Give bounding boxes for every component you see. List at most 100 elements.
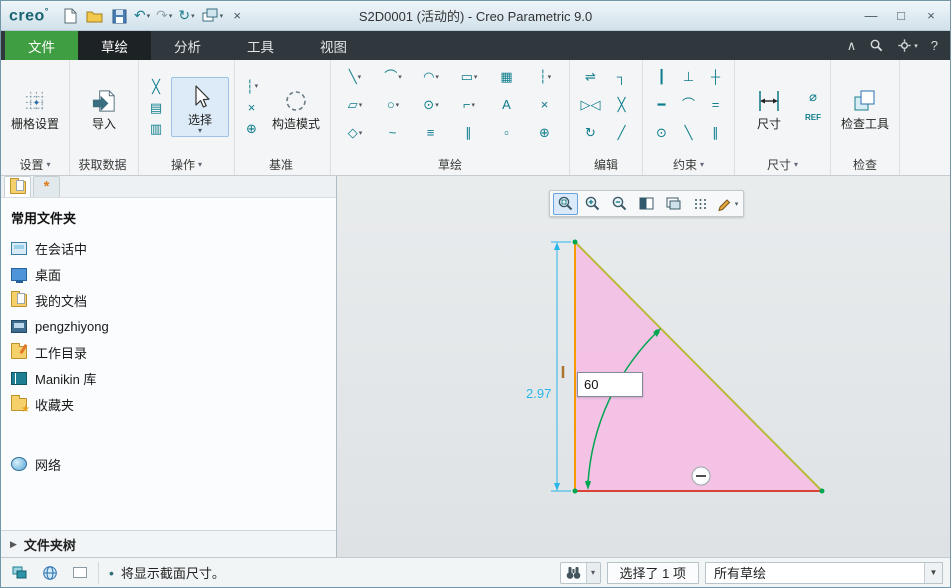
centerline-button[interactable]: ┆ ▾ [240,77,264,96]
nav-item-user[interactable]: pengzhiyong [1,313,336,339]
tab-file[interactable]: 文件 [5,31,78,60]
combo-arrow-icon[interactable]: ▼ [924,562,942,583]
panel-toggle-button[interactable] [68,562,92,584]
cut-button[interactable]: ╳ [144,77,168,96]
filter-combobox[interactable]: 所有草绘 ▼ [705,561,943,584]
coordinate-tool[interactable]: ⊕ [526,121,564,144]
symmetric-constraint[interactable]: ╲ [675,121,702,144]
nav-item-workdir[interactable]: 工作目录 [1,339,336,365]
close-button[interactable]: × [918,6,944,26]
divide-tool[interactable]: ╱ [606,121,637,144]
windows-button[interactable]: ▾ [199,5,226,27]
rotate-resize-tool[interactable]: ↻ [575,121,606,144]
fillet-tool[interactable]: ⌐ ▾ [450,93,488,116]
sketch-display-button[interactable]: ▾ [715,193,740,215]
search-button[interactable] [869,38,884,53]
coincident-constraint[interactable]: ⊙ [648,121,675,144]
nav-item-network[interactable]: 网络 [1,451,336,477]
group-label-inspect[interactable]: 检查 [831,154,899,175]
zoom-in-button[interactable] [580,193,605,215]
circle-tool[interactable]: ○ ▾ [374,93,412,116]
vertex-bottom-right[interactable] [819,488,825,494]
construction-mode-button[interactable]: 构造模式 [267,81,325,133]
dimension-button[interactable]: 尺寸 [740,81,798,133]
zoom-out-button[interactable] [607,193,632,215]
tangent-constraint[interactable]: ⌒ [675,93,702,116]
horizontal-constraint[interactable]: ━ [648,93,675,116]
angle-dimension-input[interactable] [577,372,643,397]
spline-tool[interactable]: ~ [374,121,412,144]
parallel-constraint[interactable]: ∥ [702,121,729,144]
nav-item-desktop[interactable]: 桌面 [1,261,336,287]
text-tool[interactable]: A [488,93,526,116]
offset-tool[interactable]: ≡ [412,121,450,144]
group-label-edit[interactable]: 编辑 [570,154,642,175]
arc-tool[interactable]: ⌒ ▾ [374,65,412,88]
line-tool[interactable]: ╲ ▾ [336,65,374,88]
datum-display-button[interactable] [688,193,713,215]
height-dimension-value[interactable]: 2.97 [526,386,551,401]
browser-toggle-button[interactable] [38,562,62,584]
group-label-get-data[interactable]: 获取数据 [70,154,138,175]
midpoint-constraint[interactable]: ┼ [702,65,729,88]
rhombus-tool[interactable]: ◇ ▾ [336,121,374,144]
perimeter-dimension-button[interactable]: ⌀ [801,87,825,106]
new-file-button[interactable] [59,5,81,27]
point-button[interactable]: × [240,98,264,117]
vertex-top[interactable] [572,239,578,245]
vertical-constraint[interactable]: ┃ [648,65,675,88]
close-window-button[interactable]: × [227,5,247,27]
parallel-tool[interactable]: ∥ [450,121,488,144]
saved-views-button[interactable] [661,193,686,215]
group-label-datum[interactable]: 基准 [235,154,330,175]
slanted-rectangle-tool[interactable]: ▱ ▾ [336,93,374,116]
modify-tool[interactable]: ⇌ [575,65,606,88]
folder-tree-bar[interactable]: ▶ 文件夹树 [1,530,336,557]
minus-handle[interactable] [691,466,711,486]
open-button[interactable] [83,5,106,27]
delete-segment-tool[interactable]: ╳ [606,93,637,116]
maximize-button[interactable]: □ [888,6,914,26]
project-tool[interactable]: ▫ [488,121,526,144]
nav-item-manikin[interactable]: Manikin 库 [1,365,336,391]
tab-tools[interactable]: 工具 [224,31,297,60]
nav-item-documents[interactable]: 我的文档 [1,287,336,313]
regenerate-button[interactable]: ↻ ▾ [176,5,196,27]
undo-button[interactable]: ↶ ▾ [132,5,152,27]
nav-item-favorites[interactable]: 收藏夹 [1,391,336,417]
redo-button[interactable]: ↷ ▾ [154,5,174,27]
tab-analysis[interactable]: 分析 [151,31,224,60]
centerline-tool[interactable]: ┆ ▾ [526,65,564,88]
copy-button[interactable]: ▤ [144,98,168,117]
nav-item-in-session[interactable]: 在会话中 [1,235,336,261]
options-button[interactable]: ▾ [897,38,918,53]
refit-button[interactable] [553,192,578,215]
group-label-operations[interactable]: 操作 ▾ [139,154,234,175]
concentric-circle-tool[interactable]: ⊙ ▾ [412,93,450,116]
height-dimension[interactable] [551,241,571,492]
save-button[interactable] [108,5,130,27]
display-style-button[interactable] [634,193,659,215]
rectangle-tool[interactable]: ▭ ▾ [450,65,488,88]
favorites-tab[interactable]: * [33,176,60,197]
vertex-bottom-left[interactable] [572,488,578,494]
baseline-dimension-button[interactable]: REF [801,108,825,127]
paste-button[interactable]: ▥ [144,119,168,138]
group-label-sketch[interactable]: 草绘 [331,154,569,175]
help-button[interactable]: ? [931,38,938,53]
csys-button[interactable]: ⊕ [240,119,264,138]
navigator-toggle-button[interactable] [8,562,32,584]
group-label-constrain[interactable]: 约束 ▾ [643,154,734,175]
ellipse-tool[interactable]: ◠ ▾ [412,65,450,88]
perpendicular-constraint[interactable]: ⊥ [675,65,702,88]
tab-sketch[interactable]: 草绘 [78,31,151,60]
collapse-ribbon-button[interactable]: ∧ [847,38,857,54]
equal-constraint[interactable]: = [702,93,729,116]
group-label-dimension[interactable]: 尺寸 ▾ [735,154,830,175]
corner-tool[interactable]: ┐ [606,65,637,88]
grid-settings-button[interactable]: 栅格设置 [6,81,64,133]
find-button[interactable]: ▾ [559,561,601,584]
group-label-settings[interactable]: 设置 ▾ [1,154,69,175]
mirror-tool[interactable]: ▷◁ [575,93,606,116]
select-button[interactable]: 选择 ▾ [171,77,229,137]
